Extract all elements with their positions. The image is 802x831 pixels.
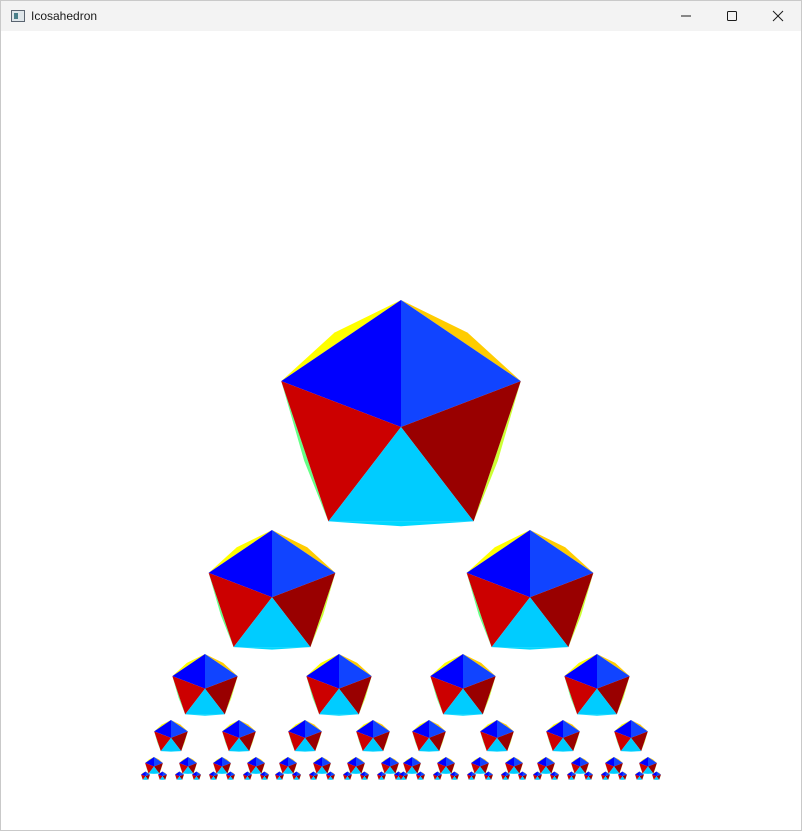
icosahedron bbox=[356, 720, 390, 752]
maximize-icon bbox=[727, 11, 737, 21]
icosahedron bbox=[614, 720, 648, 752]
icosahedron bbox=[154, 720, 188, 752]
icosahedron-face bbox=[418, 751, 440, 752]
icosahedron bbox=[172, 654, 238, 716]
icosahedron bbox=[403, 757, 421, 774]
window-controls bbox=[663, 1, 801, 31]
minimize-button[interactable] bbox=[663, 1, 709, 31]
icosahedron-face bbox=[160, 751, 182, 752]
window-title: Icosahedron bbox=[31, 9, 98, 23]
icosahedron-face bbox=[362, 751, 384, 752]
icosahedron bbox=[381, 757, 399, 774]
icosahedron bbox=[288, 720, 322, 752]
icosahedron bbox=[222, 720, 256, 752]
icosahedron-face bbox=[294, 751, 316, 752]
icosahedron bbox=[279, 757, 297, 774]
icosahedron-face bbox=[443, 714, 483, 716]
icosahedron bbox=[571, 757, 589, 774]
icosahedron-face bbox=[185, 714, 225, 716]
minimize-icon bbox=[681, 15, 691, 17]
icosahedron-face bbox=[486, 751, 508, 752]
icosahedron bbox=[179, 757, 197, 774]
icosahedron bbox=[537, 757, 555, 774]
icosahedron bbox=[471, 757, 489, 774]
render-canvas[interactable] bbox=[1, 31, 801, 830]
close-button[interactable] bbox=[755, 1, 801, 31]
icosahedron bbox=[605, 757, 623, 774]
icosahedron bbox=[505, 757, 523, 774]
icosahedron bbox=[564, 654, 630, 716]
window-app-icon bbox=[11, 10, 25, 22]
icosahedron-fractal bbox=[141, 300, 661, 780]
icosahedron bbox=[213, 757, 231, 774]
icosahedron-face bbox=[552, 751, 574, 752]
icosahedron-face bbox=[620, 751, 642, 752]
icosahedron bbox=[546, 720, 580, 752]
app-window: Icosahedron bbox=[0, 0, 802, 831]
icosahedron-face bbox=[319, 714, 359, 716]
icosahedron bbox=[281, 300, 521, 527]
close-icon bbox=[772, 10, 784, 22]
icosahedron bbox=[313, 757, 331, 774]
icosahedron bbox=[466, 530, 594, 650]
icosahedron bbox=[247, 757, 265, 774]
icosahedron bbox=[430, 654, 496, 716]
icosahedron-face bbox=[328, 521, 474, 527]
icosahedron bbox=[347, 757, 365, 774]
icosahedron bbox=[306, 654, 372, 716]
icosahedron bbox=[480, 720, 514, 752]
icosahedron bbox=[145, 757, 163, 774]
icosahedron-face bbox=[491, 647, 569, 650]
icosahedron-face bbox=[233, 647, 311, 650]
icosahedron bbox=[639, 757, 657, 774]
icosahedron-face bbox=[577, 714, 617, 716]
icosahedron bbox=[208, 530, 336, 650]
icosahedron bbox=[412, 720, 446, 752]
icosahedron bbox=[437, 757, 455, 774]
title-bar[interactable]: Icosahedron bbox=[1, 1, 801, 31]
maximize-button[interactable] bbox=[709, 1, 755, 31]
icosahedron-face bbox=[228, 751, 250, 752]
